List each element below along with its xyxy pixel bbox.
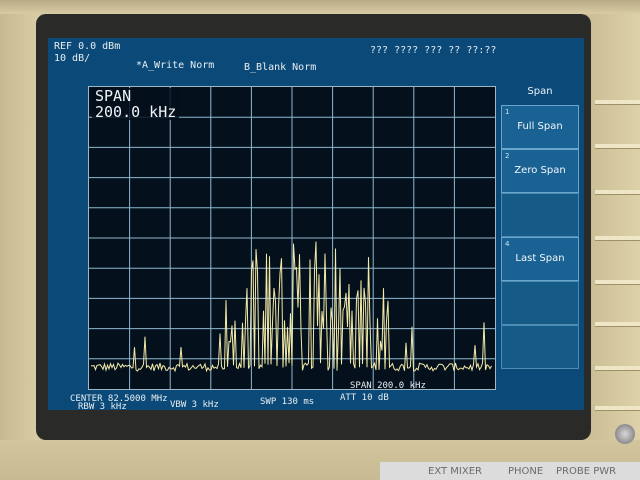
date-time: ??? ???? ??? ?? ??:?? <box>370 45 497 56</box>
span-menu: Span 1 Full Span 2 Zero Span 4 Last Span <box>499 83 581 408</box>
softkey-label: Last Span <box>515 253 565 264</box>
softkey-button-6[interactable] <box>595 322 640 326</box>
spectrum-plot <box>88 86 496 390</box>
sweep-time: SWP 130 ms <box>260 397 315 407</box>
span-value: 200.0 kHz <box>95 103 177 121</box>
span-readout: SPAN 200.0 kHz <box>92 88 180 121</box>
blank-softkey-3[interactable] <box>501 193 579 237</box>
instrument-bezel-left <box>0 0 40 480</box>
softkey-button-2[interactable] <box>595 144 640 148</box>
softkey-button-4[interactable] <box>595 236 640 240</box>
ext-mixer-label: EXT MIXER <box>428 466 482 477</box>
softkey-number: 2 <box>505 152 510 160</box>
softkey-button-3[interactable] <box>595 190 640 194</box>
softkey-button-1[interactable] <box>595 100 640 104</box>
softkey-number: 1 <box>505 108 510 116</box>
softkey-label: Zero Span <box>514 165 566 176</box>
full-span-softkey[interactable]: 1 Full Span <box>501 105 579 149</box>
reference-level: REF 0.0 dBm <box>54 41 121 52</box>
span-setting: SPAN 200.0 kHz <box>350 381 426 391</box>
last-span-softkey[interactable]: 4 Last Span <box>501 237 579 281</box>
softkey-button-7[interactable] <box>595 366 640 370</box>
trace-a-status: *A_Write Norm <box>136 60 215 71</box>
analyzer-display: REF 0.0 dBm 10 dB/ *A_Write Norm B_Blank… <box>48 38 584 410</box>
menu-title: Span <box>499 83 581 101</box>
trace-b-status: B_Blank Norm <box>244 62 317 73</box>
probe-pwr-label: PROBE PWR <box>556 466 617 477</box>
softkey-label: Full Span <box>517 121 563 132</box>
spectrum-trace <box>90 241 492 373</box>
softkey-button-5[interactable] <box>595 280 640 284</box>
rbw-setting: RBW 3 kHz <box>78 402 127 410</box>
attenuation: ATT 10 dB <box>340 393 389 403</box>
softkey-button-8[interactable] <box>595 406 640 410</box>
blank-softkey-5[interactable] <box>501 281 579 325</box>
scale-per-division: 10 dB/ <box>54 53 91 64</box>
spectrum-svg <box>89 87 495 389</box>
probe-power-connector <box>615 424 635 444</box>
instrument-bezel-top <box>0 0 640 14</box>
phone-label: PHONE <box>508 466 544 477</box>
softkey-number: 4 <box>505 240 510 248</box>
vbw-setting: VBW 3 kHz <box>170 400 219 410</box>
zero-span-softkey[interactable]: 2 Zero Span <box>501 149 579 193</box>
blank-softkey-6[interactable] <box>501 325 579 369</box>
